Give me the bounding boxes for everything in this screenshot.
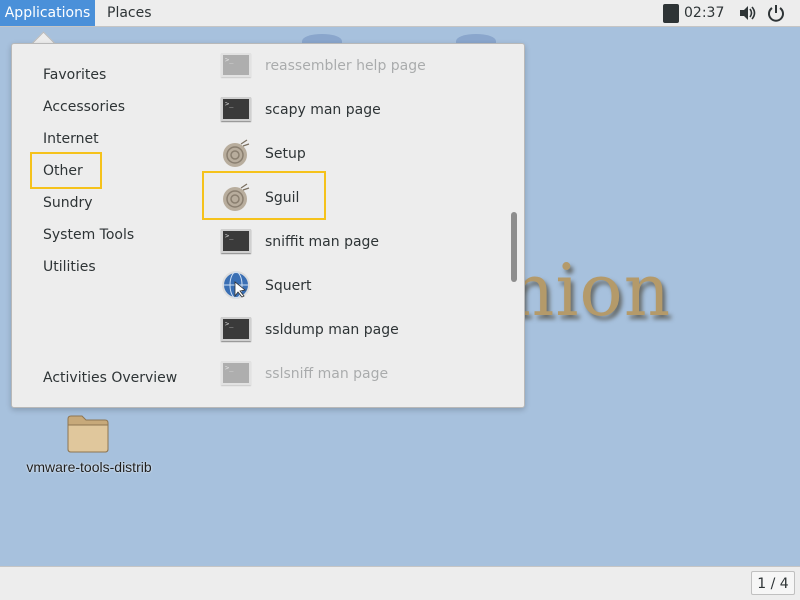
power-icon[interactable] bbox=[767, 4, 785, 22]
activities-overview-button[interactable]: Activities Overview bbox=[43, 366, 177, 390]
app-item-squert[interactable]: Squert bbox=[219, 268, 509, 304]
app-item-reassembler[interactable]: reassembler help page bbox=[219, 48, 509, 84]
app-list-scrollbar[interactable] bbox=[511, 212, 517, 282]
category-system-tools[interactable]: System Tools bbox=[43, 223, 134, 247]
category-internet[interactable]: Internet bbox=[43, 127, 99, 151]
app-label: sslsniff man page bbox=[265, 366, 389, 382]
applications-menu-button[interactable]: Applications bbox=[0, 0, 95, 26]
category-utilities[interactable]: Utilities bbox=[43, 255, 96, 279]
workspace-indicator[interactable]: 1 / 4 bbox=[751, 571, 795, 595]
category-sundry[interactable]: Sundry bbox=[43, 191, 93, 215]
volume-icon[interactable] bbox=[739, 5, 757, 21]
wallpaper-logo-text: nion bbox=[508, 248, 672, 332]
category-accessories[interactable]: Accessories bbox=[43, 95, 125, 119]
category-favorites[interactable]: Favorites bbox=[43, 63, 106, 87]
category-highlight-box bbox=[30, 152, 102, 189]
terminal-icon bbox=[221, 317, 251, 341]
places-menu-button[interactable]: Places bbox=[107, 0, 152, 26]
terminal-icon bbox=[221, 229, 251, 253]
app-label: reassembler help page bbox=[265, 58, 426, 74]
terminal-icon bbox=[221, 53, 251, 77]
globe-icon bbox=[222, 271, 250, 299]
terminal-icon bbox=[221, 97, 251, 121]
app-label: Squert bbox=[265, 278, 312, 294]
app-label: Setup bbox=[265, 146, 306, 162]
app-label: ssldump man page bbox=[265, 322, 399, 338]
terminal-icon bbox=[221, 361, 251, 385]
app-item-ssldump[interactable]: ssldump man page bbox=[219, 312, 509, 348]
clock[interactable]: 02:37 bbox=[684, 0, 724, 26]
onion-icon bbox=[223, 139, 250, 167]
app-item-sniffit[interactable]: sniffit man page bbox=[219, 224, 509, 260]
app-item-sslsniff[interactable]: sslsniff man page bbox=[219, 356, 509, 392]
app-highlight-box bbox=[202, 171, 326, 220]
folder-label[interactable]: vmware-tools-distrib bbox=[14, 459, 164, 475]
top-bar: Applications Places 02:37 bbox=[0, 0, 800, 27]
applications-menu: Favorites Accessories Internet Other Sun… bbox=[11, 43, 525, 408]
app-item-setup[interactable]: Setup bbox=[219, 136, 509, 172]
bottom-bar bbox=[0, 566, 800, 600]
app-label: scapy man page bbox=[265, 102, 381, 118]
app-item-scapy[interactable]: scapy man page bbox=[219, 92, 509, 128]
folder-icon[interactable] bbox=[66, 413, 110, 453]
app-label: sniffit man page bbox=[265, 234, 380, 250]
screen-indicator-icon bbox=[663, 4, 679, 23]
